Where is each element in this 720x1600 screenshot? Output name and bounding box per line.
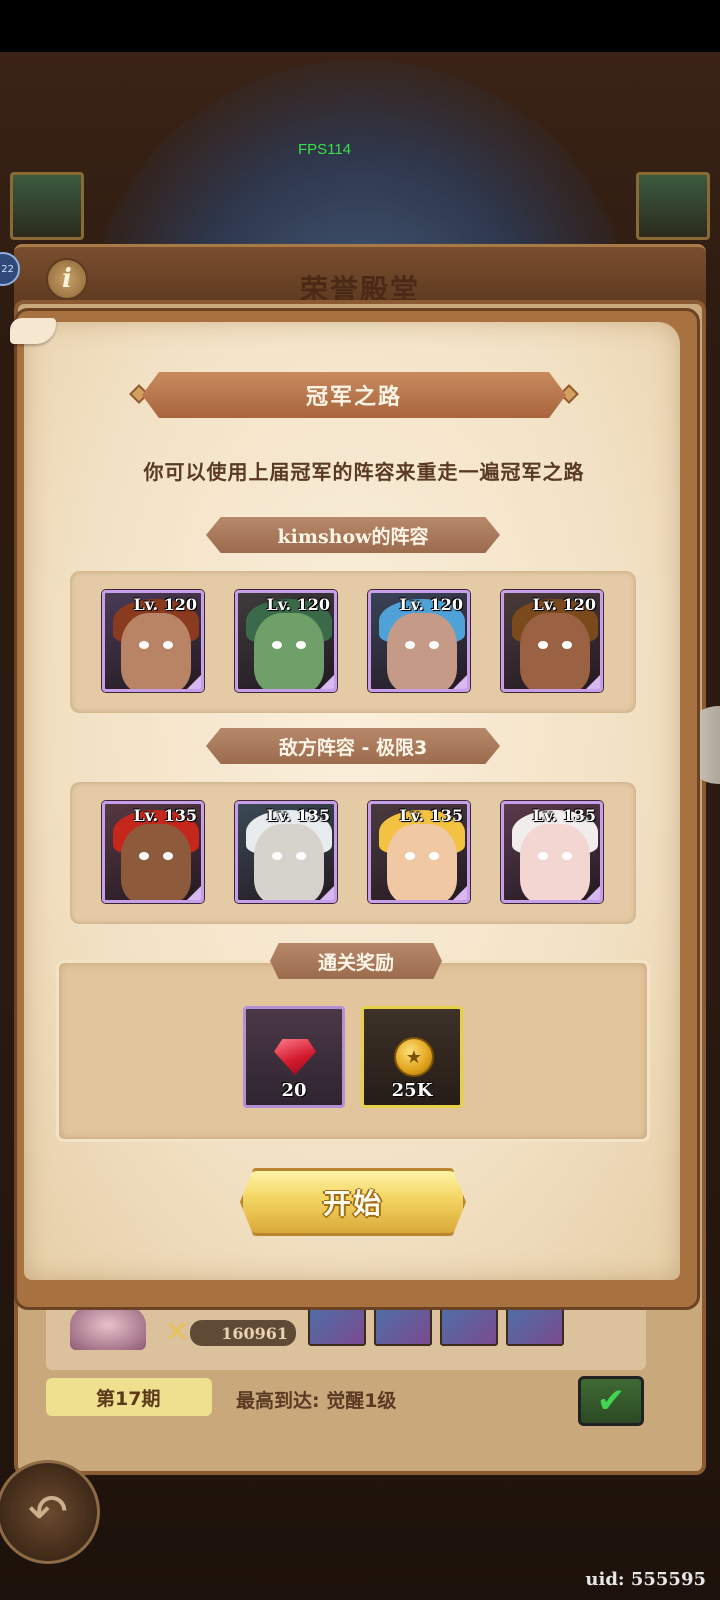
hero-level: Lv. 135 xyxy=(532,806,596,825)
hero-eye xyxy=(538,852,548,860)
reward-label: 通关奖励 xyxy=(270,943,442,979)
rarity-corner xyxy=(187,675,201,689)
hero-eye xyxy=(538,641,548,649)
hero-portrait[interactable]: Lv. 120 xyxy=(501,590,603,692)
fps-counter: FPS114 xyxy=(298,141,352,158)
hero-face xyxy=(387,613,457,689)
hero-eye xyxy=(405,852,415,860)
info-icon[interactable]: i xyxy=(46,258,88,300)
gold-coin-icon: ★ xyxy=(394,1037,434,1077)
power-score: 160961 xyxy=(190,1320,296,1346)
mini-hero-portrait xyxy=(374,1306,432,1346)
start-button[interactable]: 开始 xyxy=(240,1168,466,1236)
reward-quantity: 20 xyxy=(281,1080,307,1101)
hero-face xyxy=(254,613,324,689)
hero-eye xyxy=(429,641,439,649)
player-team-label: kimshow的阵容 xyxy=(206,517,500,553)
hero-level: Lv. 135 xyxy=(399,806,463,825)
mini-hero-portrait xyxy=(308,1306,366,1346)
uid-label: uid: 555595 xyxy=(585,1569,706,1590)
hero-face xyxy=(387,824,457,900)
rarity-corner xyxy=(586,675,600,689)
reward-gem[interactable]: 20 xyxy=(243,1006,345,1108)
hero-portrait[interactable]: Lv. 120 xyxy=(235,590,337,692)
hero-level: Lv. 135 xyxy=(266,806,330,825)
hero-eye xyxy=(163,852,173,860)
left-pillar xyxy=(10,172,84,240)
claimed-chest-icon[interactable]: ✔ xyxy=(578,1376,644,1426)
status-bar xyxy=(0,0,720,52)
rarity-corner xyxy=(320,675,334,689)
hero-eye xyxy=(405,641,415,649)
back-arrow-icon[interactable]: ↶ xyxy=(0,1460,100,1564)
hero-face xyxy=(254,824,324,900)
hero-face xyxy=(520,824,590,900)
reward-box xyxy=(56,960,650,1142)
reward-gold[interactable]: ★ 25K xyxy=(361,1006,463,1108)
reward-quantity: 25K xyxy=(391,1080,433,1101)
hero-eye xyxy=(272,641,282,649)
rarity-corner xyxy=(453,886,467,900)
hero-level: Lv. 120 xyxy=(399,595,463,614)
hero-face xyxy=(121,824,191,900)
rarity-corner xyxy=(320,886,334,900)
rarity-corner xyxy=(453,675,467,689)
hero-eye xyxy=(139,641,149,649)
hero-face xyxy=(520,613,590,689)
modal-subtitle: 你可以使用上届冠军的阵容来重走一遍冠军之路 xyxy=(143,460,585,484)
hero-eye xyxy=(296,852,306,860)
hero-portrait[interactable]: Lv. 120 xyxy=(368,590,470,692)
hero-face xyxy=(121,613,191,689)
hero-eye xyxy=(429,852,439,860)
hero-eye xyxy=(296,641,306,649)
hero-eye xyxy=(163,641,173,649)
max-reach-text: 最高到达: 觉醒1级 xyxy=(236,1390,397,1412)
hero-eye xyxy=(272,852,282,860)
rarity-corner xyxy=(586,886,600,900)
right-pillar xyxy=(636,172,710,240)
hero-level: Lv. 120 xyxy=(133,595,197,614)
hero-portrait[interactable]: Lv. 135 xyxy=(368,801,470,903)
hero-eye xyxy=(139,852,149,860)
season-tag: 第17期 xyxy=(46,1378,212,1416)
enemy-team-label: 敌方阵容 - 极限3 xyxy=(206,728,500,764)
crossed-swords-icon: ✕ xyxy=(164,1315,190,1350)
hero-eye xyxy=(562,641,572,649)
mini-hero-portrait xyxy=(506,1306,564,1346)
hero-portrait[interactable]: Lv. 135 xyxy=(501,801,603,903)
hero-eye xyxy=(562,852,572,860)
hero-portrait[interactable]: Lv. 135 xyxy=(235,801,337,903)
hero-level: Lv. 120 xyxy=(532,595,596,614)
hero-level: Lv. 120 xyxy=(266,595,330,614)
hero-level: Lv. 135 xyxy=(133,806,197,825)
hero-portrait[interactable]: Lv. 120 xyxy=(102,590,204,692)
hero-portrait[interactable]: Lv. 135 xyxy=(102,801,204,903)
rarity-corner xyxy=(187,886,201,900)
ruby-gem-icon xyxy=(274,1039,316,1075)
mini-hero-portrait xyxy=(440,1306,498,1346)
modal-title: 冠军之路 xyxy=(142,372,566,418)
